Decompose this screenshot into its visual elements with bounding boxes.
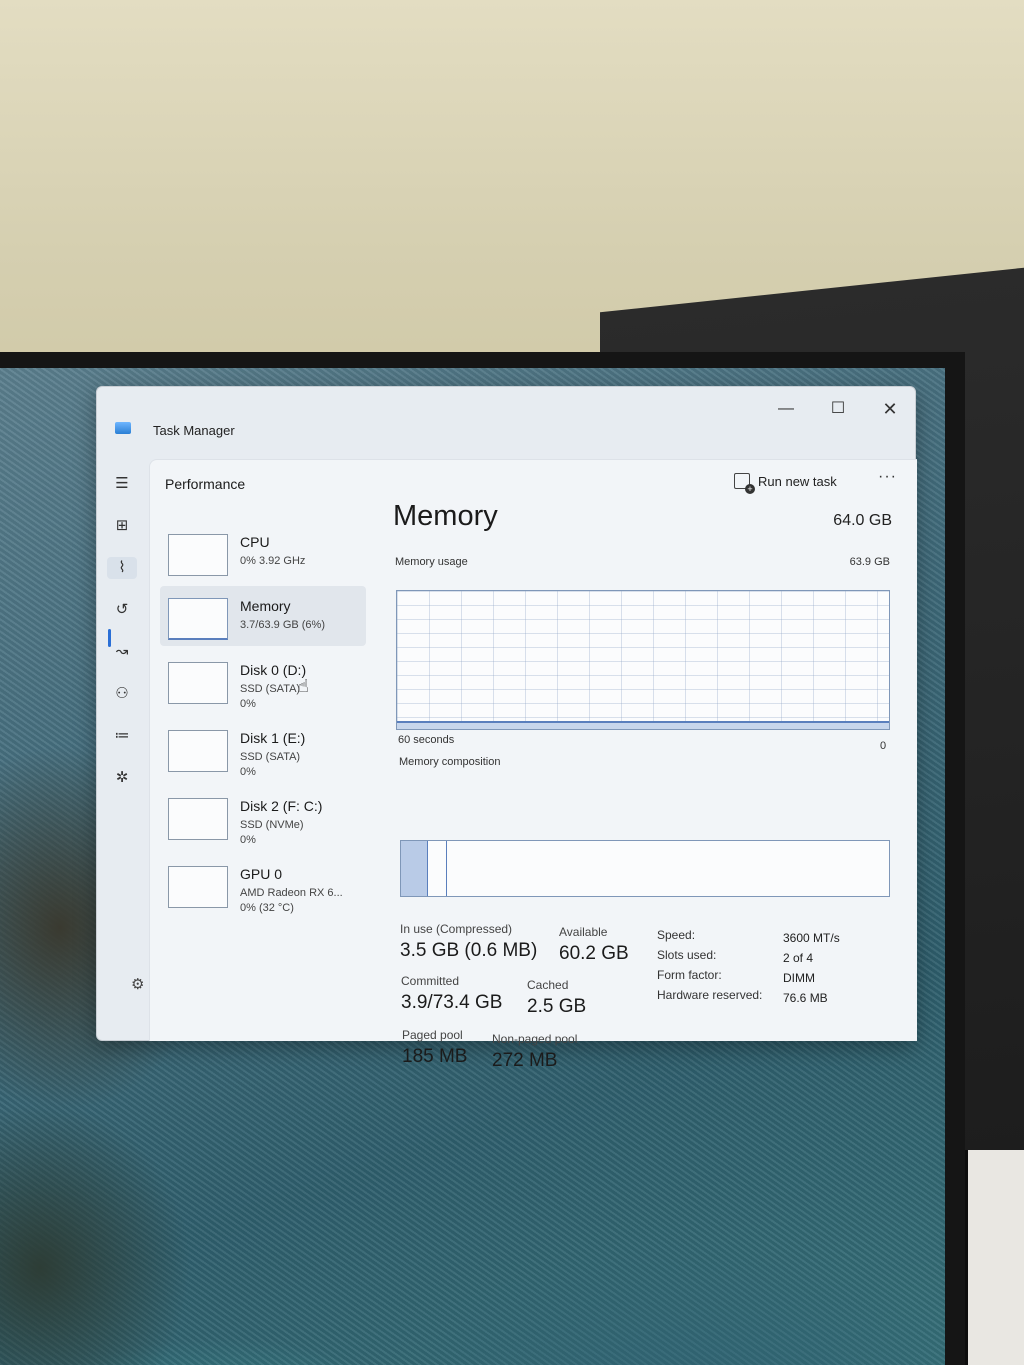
- slots-used-value: 2 of 4: [783, 951, 814, 965]
- hardware-reserved-value: 76.6 MB: [783, 991, 828, 1005]
- device-name: Disk 1 (E:): [240, 730, 306, 746]
- available-label: Available: [559, 925, 608, 939]
- available-value: 60.2 GB: [559, 943, 629, 964]
- paged-pool-label: Paged pool: [402, 1028, 463, 1042]
- memory-usage-max: 63.9 GB: [849, 556, 890, 568]
- disk-thumbnail-graph: [168, 730, 228, 772]
- in-use-label: In use (Compressed): [400, 922, 513, 936]
- form-factor-key: Form factor:: [657, 968, 722, 982]
- speed-key: Speed:: [657, 928, 696, 942]
- device-name: Disk 0 (D:): [240, 662, 307, 678]
- app-history-icon[interactable]: ↺: [111, 599, 133, 621]
- disk-thumbnail-graph: [168, 798, 228, 840]
- graph-zero-label: 0: [880, 740, 887, 752]
- memory-usage-graph: [396, 590, 890, 730]
- memory-thumbnail-graph: [168, 598, 228, 640]
- device-memory[interactable]: Memory 3.7/63.9 GB (6%) ☝: [160, 586, 366, 696]
- device-detail: AMD Radeon RX 6... 0% (32 °C): [240, 887, 343, 914]
- close-button[interactable]: ✕: [873, 397, 907, 421]
- cached-value: 2.5 GB: [527, 996, 587, 1017]
- settings-icon[interactable]: ⚙: [131, 975, 144, 993]
- performance-icon[interactable]: ⌇: [107, 557, 137, 579]
- device-name: CPU: [240, 534, 270, 550]
- memory-composition-label: Memory composition: [399, 756, 501, 768]
- cpu-thumbnail-graph: [168, 534, 228, 576]
- device-detail: SSD (SATA) 0%: [240, 751, 301, 778]
- device-gpu-0[interactable]: GPU 0 AMD Radeon RX 6... 0% (32 °C): [160, 854, 366, 914]
- hamburger-icon[interactable]: ☰: [111, 473, 133, 495]
- device-disk-0[interactable]: Disk 0 (D:) SSD (SATA) 0%: [160, 650, 366, 710]
- composition-in-use-segment[interactable]: [401, 841, 428, 896]
- users-icon[interactable]: ⚇: [111, 683, 133, 705]
- device-detail: 0% 3.92 GHz: [240, 555, 306, 567]
- committed-label: Committed: [401, 974, 460, 988]
- device-disk-1[interactable]: Disk 1 (E:) SSD (SATA) 0%: [160, 718, 366, 778]
- memory-total: 64.0 GB: [833, 512, 892, 529]
- device-cpu[interactable]: CPU 0% 3.92 GHz: [160, 522, 366, 582]
- navigation-sidebar: ☰ ⊞ ⌇ ↺ ↝ ⚇ ≔ ✲: [97, 457, 147, 1037]
- form-factor-value: DIMM: [783, 971, 815, 985]
- memory-heading: Memory: [393, 500, 498, 532]
- services-icon[interactable]: ✲: [111, 767, 133, 789]
- hardware-reserved-key: Hardware reserved:: [657, 988, 763, 1002]
- in-use-value: 3.5 GB (0.6 MB): [400, 940, 538, 961]
- non-paged-pool-label: Non-paged pool: [492, 1032, 578, 1046]
- page-title: Performance: [165, 476, 246, 492]
- device-detail: SSD (NVMe) 0%: [240, 819, 304, 846]
- speed-value: 3600 MT/s: [783, 931, 840, 945]
- non-paged-pool-value: 272 MB: [492, 1050, 558, 1071]
- committed-value: 3.9/73.4 GB: [401, 992, 503, 1013]
- disk-thumbnail-graph: [168, 662, 228, 704]
- memory-usage-fill: [397, 720, 889, 729]
- run-task-icon: [734, 473, 755, 494]
- device-detail: 3.7/63.9 GB (6%): [240, 619, 325, 631]
- memory-composition-bar[interactable]: [400, 840, 890, 897]
- details-icon[interactable]: ≔: [111, 725, 133, 747]
- window-title: Task Manager: [153, 423, 235, 438]
- title-bar[interactable]: Task Manager — ☐ ✕: [97, 387, 915, 449]
- maximize-button[interactable]: ☐: [821, 397, 855, 421]
- device-name: Disk 2 (F: C:): [240, 798, 323, 814]
- gpu-thumbnail-graph: [168, 866, 228, 908]
- processes-icon[interactable]: ⊞: [111, 515, 133, 537]
- adjacent-monitor: [965, 1150, 1024, 1365]
- paged-pool-value: 185 MB: [402, 1046, 468, 1067]
- device-disk-2[interactable]: Disk 2 (F: C:) SSD (NVMe) 0%: [160, 786, 366, 846]
- composition-cached-segment[interactable]: [428, 841, 447, 896]
- startup-apps-icon[interactable]: ↝: [111, 641, 133, 663]
- task-manager-window: Task Manager — ☐ ✕ ☰ ⊞ ⌇ ↺ ↝ ⚇ ≔ ✲ ⚙ Per…: [96, 386, 917, 1071]
- more-options-button[interactable]: ···: [878, 468, 897, 486]
- task-manager-app-icon: [115, 422, 131, 434]
- cached-label: Cached: [527, 978, 569, 992]
- run-new-task-label: Run new task: [758, 473, 837, 489]
- device-detail: SSD (SATA) 0%: [240, 683, 301, 710]
- memory-usage-label: Memory usage: [395, 556, 468, 568]
- slots-used-key: Slots used:: [657, 948, 717, 962]
- minimize-button[interactable]: —: [769, 397, 803, 421]
- time-span-label: 60 seconds: [398, 734, 455, 746]
- device-name: GPU 0: [240, 866, 283, 882]
- device-name: Memory: [240, 598, 291, 614]
- performance-page: Performance Run new task ··· CPU 0% 3.92…: [149, 459, 917, 1071]
- run-new-task-button[interactable]: Run new task: [734, 468, 837, 494]
